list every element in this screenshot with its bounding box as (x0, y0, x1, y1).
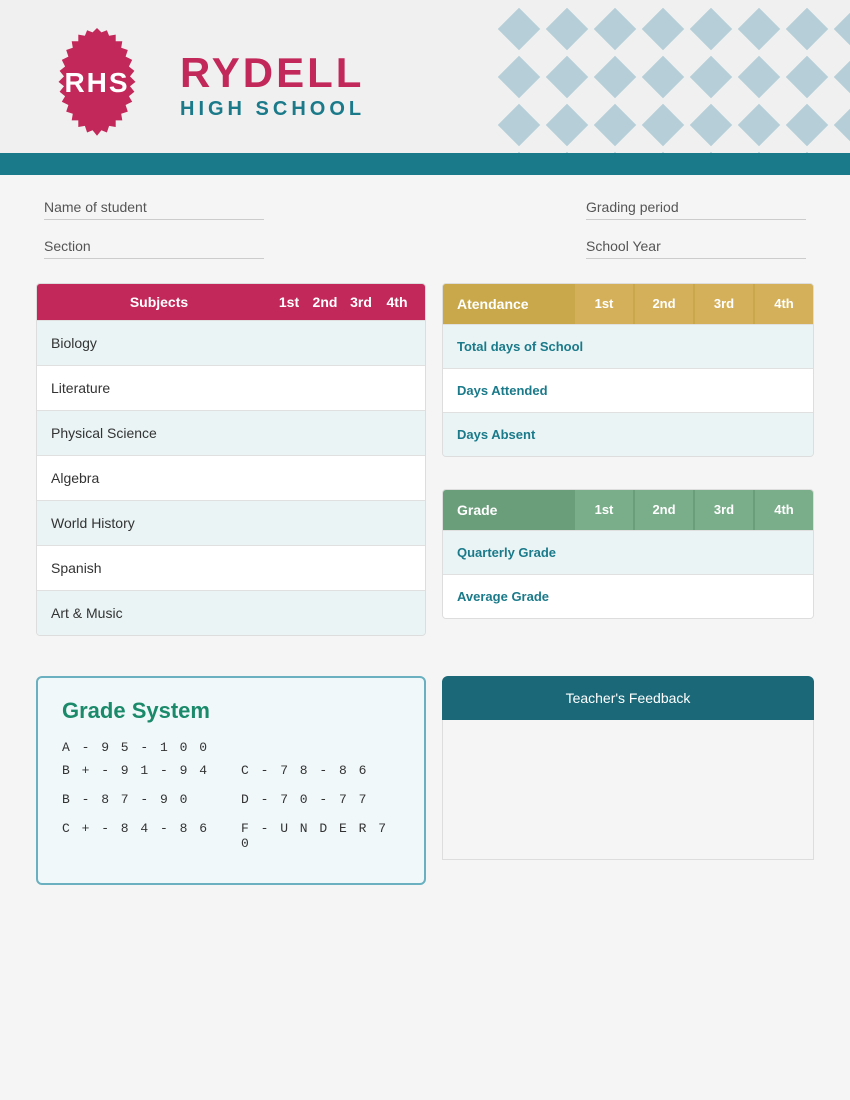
grade-bplus-row: B + - 9 1 - 9 4 (62, 763, 221, 778)
grade-c-row: C - 7 8 - 8 6 (241, 763, 400, 778)
diamond-shape (834, 8, 850, 50)
school-year-label: School Year (586, 238, 806, 259)
quarterly-grade-row: Quarterly Grade (443, 530, 813, 574)
grade-a-row: A - 9 5 - 1 0 0 (62, 740, 400, 755)
list-item: Art & Music (37, 590, 425, 635)
diamond-shape (498, 56, 540, 98)
q4-col-label: 4th (383, 294, 411, 310)
grade-grid: B + - 9 1 - 9 4 C - 7 8 - 8 6 B - 8 7 - … (62, 763, 400, 859)
info-col-right: Grading period School Year (586, 199, 806, 259)
header-pattern: const patternDiv = document.querySelecto… (490, 0, 850, 160)
att-q2-label: 2nd (633, 284, 693, 324)
grade-q3-label: 3rd (693, 490, 753, 530)
list-item: Biology (37, 320, 425, 365)
diamond-shape (786, 56, 828, 98)
subjects-table-header: Subjects 1st 2nd 3rd 4th (37, 284, 425, 320)
bottom-section: Grade System A - 9 5 - 1 0 0 B + - 9 1 -… (36, 676, 814, 885)
list-item: Algebra (37, 455, 425, 500)
diamond-shape (738, 104, 780, 146)
grade-d-row: D - 7 0 - 7 7 (241, 792, 400, 807)
main-content: Subjects 1st 2nd 3rd 4th Biology Literat… (36, 283, 814, 656)
school-name-main: RYDELL (180, 52, 365, 94)
school-name-sub: HIGH SCHOOL (180, 98, 365, 121)
subjects-section: Subjects 1st 2nd 3rd 4th Biology Literat… (36, 283, 426, 656)
diamond-shape (786, 104, 828, 146)
subjects-col-label: Subjects (51, 294, 267, 310)
section-label: Section (44, 238, 264, 259)
attendance-table-header: Atendance 1st 2nd 3rd 4th (443, 284, 813, 324)
school-logo: RHS (42, 28, 152, 138)
grade-b-row: B - 8 7 - 9 0 (62, 792, 221, 807)
total-days-row: Total days of School (443, 324, 813, 368)
list-item: Spanish (37, 545, 425, 590)
feedback-header: Teacher's Feedback (442, 676, 814, 720)
diamond-shape (498, 8, 540, 50)
diamond-shape (834, 104, 850, 146)
feedback-body[interactable] (442, 720, 814, 860)
teal-divider-bar (0, 153, 850, 175)
q2-col-label: 2nd (311, 294, 339, 310)
diamond-shape (642, 8, 684, 50)
q1-col-label: 1st (275, 294, 303, 310)
q3-col-label: 3rd (347, 294, 375, 310)
list-item: Literature (37, 365, 425, 410)
grade-table: Grade 1st 2nd 3rd 4th Quarterly Grade Av… (442, 489, 814, 619)
teacher-feedback-box: Teacher's Feedback (442, 676, 814, 885)
grade-q4-label: 4th (753, 490, 813, 530)
diamond-shape (546, 104, 588, 146)
att-q1-label: 1st (573, 284, 633, 324)
student-name-label: Name of student (44, 199, 264, 220)
att-q4-label: 4th (753, 284, 813, 324)
diamond-shape (642, 56, 684, 98)
days-attended-row: Days Attended (443, 368, 813, 412)
grade-system-title: Grade System (62, 698, 400, 724)
diamond-shape (594, 56, 636, 98)
grade-q1-label: 1st (573, 490, 633, 530)
att-q3-label: 3rd (693, 284, 753, 324)
page-body: Name of student Section Grading period S… (0, 175, 850, 909)
diamond-shape (546, 8, 588, 50)
diamond-shape (690, 104, 732, 146)
attendance-col-label: Atendance (443, 284, 573, 324)
grading-period-label: Grading period (586, 199, 806, 220)
list-item: Physical Science (37, 410, 425, 455)
school-name-block: RYDELL HIGH SCHOOL (180, 52, 365, 121)
grades-attendance-section: Atendance 1st 2nd 3rd 4th Total days of … (442, 283, 814, 656)
attendance-table: Atendance 1st 2nd 3rd 4th Total days of … (442, 283, 814, 457)
grade-q2-label: 2nd (633, 490, 693, 530)
diamond-shape (546, 56, 588, 98)
grade-cplus-row: C + - 8 4 - 8 6 (62, 821, 221, 851)
header: const patternDiv = document.querySelecto… (0, 0, 850, 175)
info-col-left: Name of student Section (44, 199, 264, 259)
diamond-shape (690, 8, 732, 50)
student-info-section: Name of student Section Grading period S… (36, 199, 814, 259)
list-item: World History (37, 500, 425, 545)
grade-table-header: Grade 1st 2nd 3rd 4th (443, 490, 813, 530)
grade-col-label: Grade (443, 490, 573, 530)
subjects-table: Subjects 1st 2nd 3rd 4th Biology Literat… (36, 283, 426, 636)
diamond-shape (594, 8, 636, 50)
diamond-shape (642, 104, 684, 146)
grade-system-box: Grade System A - 9 5 - 1 0 0 B + - 9 1 -… (36, 676, 426, 885)
diamond-shape (738, 56, 780, 98)
diamond-shape (786, 8, 828, 50)
diamond-shape (690, 56, 732, 98)
diamond-shape (738, 8, 780, 50)
average-grade-row: Average Grade (443, 574, 813, 618)
diamond-shape (594, 104, 636, 146)
grade-f-row: F - U N D E R 7 0 (241, 821, 400, 851)
logo-initials: RHS (64, 67, 129, 99)
diamond-shape (498, 104, 540, 146)
days-absent-row: Days Absent (443, 412, 813, 456)
diamond-shape (834, 56, 850, 98)
